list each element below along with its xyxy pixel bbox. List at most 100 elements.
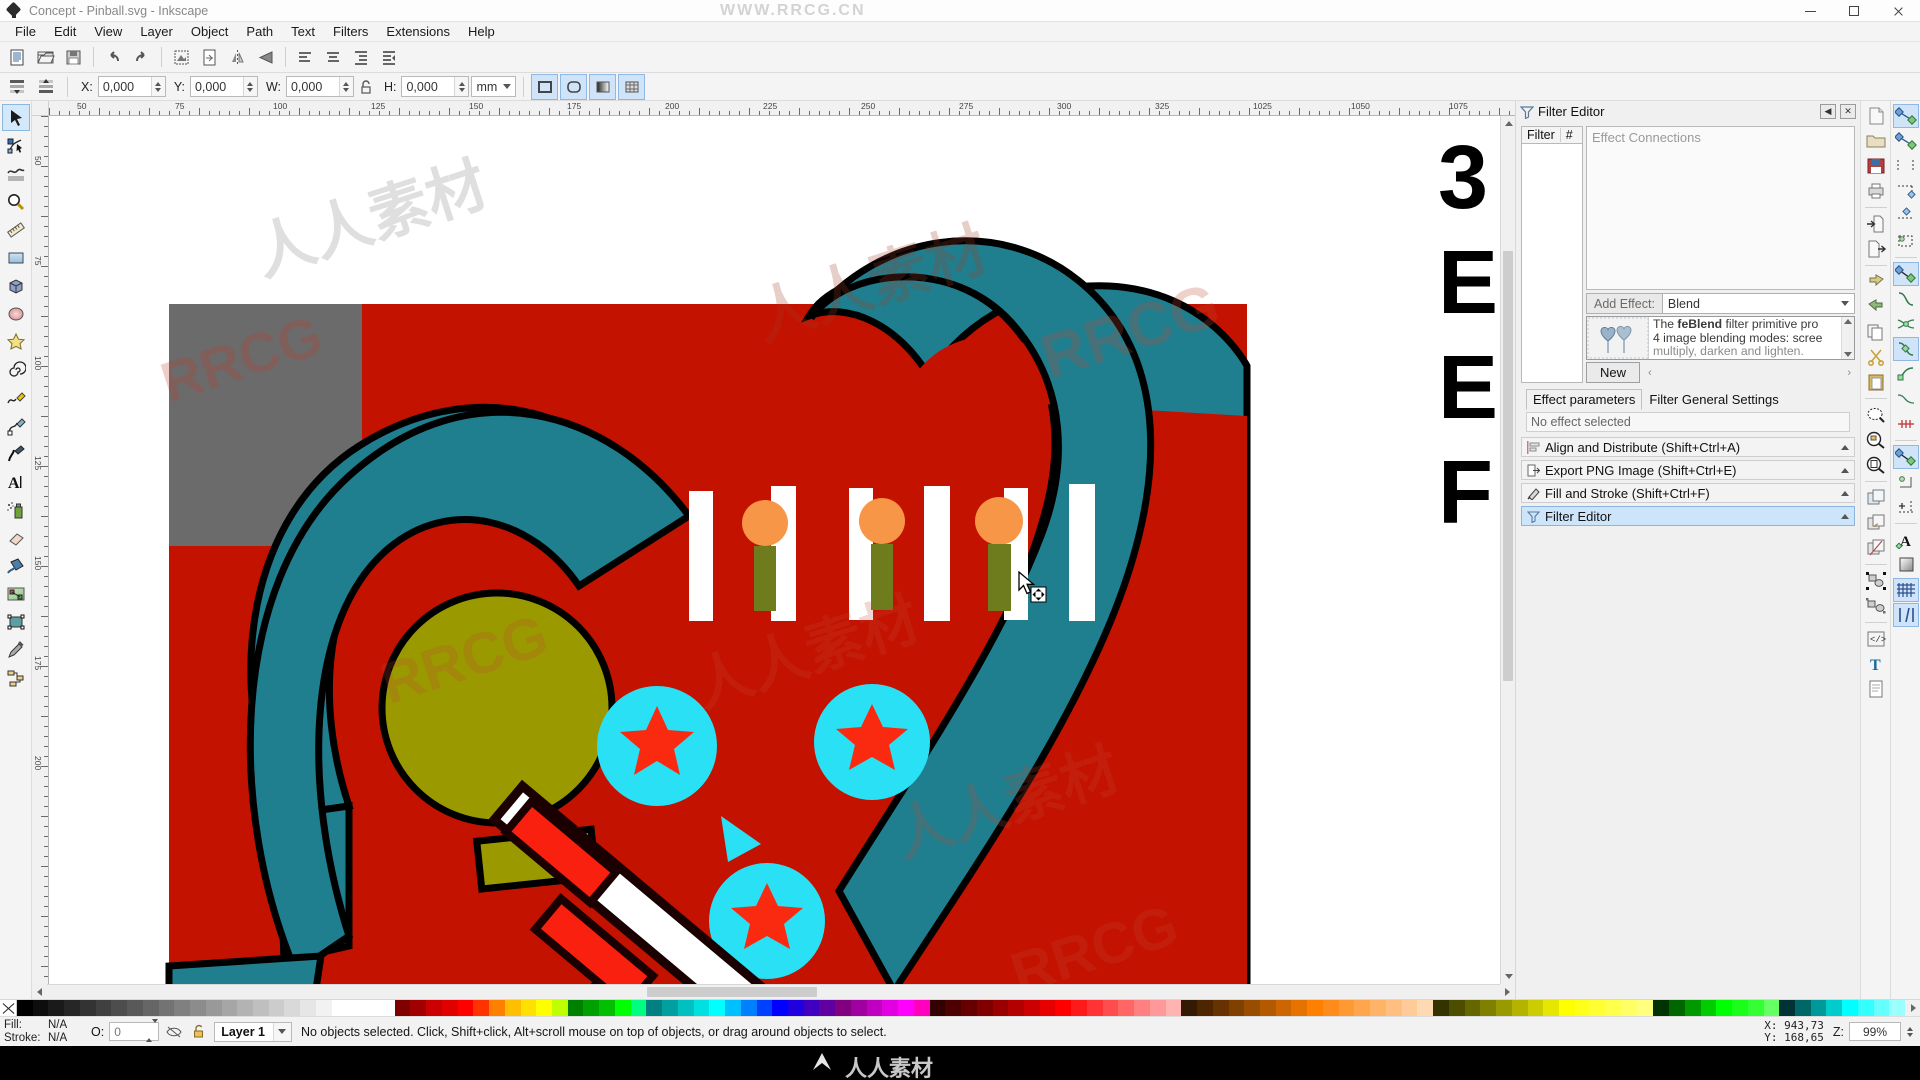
hscroll-right-icon[interactable]: › [1847,367,1851,379]
rail-redo[interactable] [1863,295,1889,319]
flip-button[interactable] [252,44,279,70]
palette-swatch[interactable] [819,1000,836,1017]
palette-swatch[interactable] [1826,1000,1843,1017]
no-color-swatch[interactable] [0,1000,17,1017]
palette-swatch[interactable] [567,1000,584,1017]
palette-swatch[interactable] [850,1000,867,1017]
outdent-button[interactable] [376,44,403,70]
w-field[interactable] [285,76,354,97]
palette-swatch[interactable] [1291,1000,1308,1017]
filter-list-body[interactable] [1521,144,1583,383]
menu-path[interactable]: Path [237,22,282,41]
palette-swatch[interactable] [1322,1000,1339,1017]
rail-copy[interactable] [1863,320,1889,344]
h-stepper[interactable] [454,77,469,96]
snap-bbox-edges-button[interactable] [1893,154,1919,178]
snap-fill-button[interactable] [1893,553,1919,577]
palette-swatch[interactable] [1307,1000,1323,1017]
mesh-tool[interactable] [2,608,30,635]
opacity-input[interactable] [110,1023,147,1040]
palette-swatch[interactable] [1464,1000,1481,1017]
palette-swatch[interactable] [1637,1000,1654,1017]
palette-swatch[interactable] [1558,1000,1575,1017]
rail-new-document[interactable] [1863,104,1889,128]
snap-path-intersections-button[interactable] [1893,312,1919,336]
palette-swatch[interactable] [1354,1000,1371,1017]
palette-swatch[interactable] [268,1000,285,1017]
palette-swatch[interactable] [1197,1000,1213,1017]
palette-swatch[interactable] [79,1000,96,1017]
rail-group[interactable] [1863,569,1889,593]
accordion-export-png-image[interactable]: Export PNG Image (Shift+Ctrl+E) [1521,460,1855,480]
zoom-page-button[interactable] [196,44,223,70]
palette-swatch[interactable] [473,1000,490,1017]
rail-duplicate[interactable] [1863,486,1889,510]
palette-swatch[interactable] [1181,1000,1198,1017]
raise-to-top-button[interactable] [4,74,31,100]
palette-swatch[interactable] [17,1000,33,1017]
lock-ratio-button[interactable] [356,76,376,98]
menu-extensions[interactable]: Extensions [377,22,459,41]
color-palette[interactable] [0,999,1920,1017]
scale-stroke-toggle[interactable] [531,73,559,100]
x-input[interactable] [98,77,151,96]
palette-swatch[interactable] [1448,1000,1465,1017]
ellipse-tool[interactable] [2,300,30,327]
palette-swatch[interactable] [1700,1000,1717,1017]
redo-button[interactable] [128,44,155,70]
palette-swatch[interactable] [142,1000,159,1017]
pencil-tool[interactable] [2,384,30,411]
eraser-tool[interactable] [2,524,30,551]
palette-swatch[interactable] [426,1000,442,1017]
zoom-field[interactable] [1849,1022,1901,1041]
palette-swatch[interactable] [284,1000,301,1017]
snap-midpoints-button[interactable] [1893,387,1919,411]
menu-layer[interactable]: Layer [131,22,182,41]
palette-swatch[interactable] [992,1000,1009,1017]
selector-tool[interactable] [1,104,30,131]
snap-page-border-button[interactable] [1893,495,1919,519]
palette-swatch[interactable] [536,1000,552,1017]
scroll-left-button[interactable] [32,984,47,999]
palette-swatch[interactable] [1118,1000,1135,1017]
palette-swatch[interactable] [394,1000,411,1017]
rail-clone[interactable] [1863,511,1889,535]
palette-swatch[interactable] [693,1000,710,1017]
palette-more-button[interactable] [1906,1000,1920,1016]
rail-zoom-drawing[interactable] [1863,428,1889,452]
rail-print[interactable] [1863,179,1889,203]
tab-filter-general-settings[interactable]: Filter General Settings [1642,389,1785,410]
palette-swatch[interactable] [1071,1000,1087,1017]
palette-swatch[interactable] [1260,1000,1276,1017]
palette-swatch[interactable] [174,1000,191,1017]
close-dock-button[interactable]: ✕ [1840,104,1856,119]
rail-unlink-clone[interactable] [1863,536,1889,560]
palette-swatch[interactable] [1338,1000,1355,1017]
palette-swatch[interactable] [1102,1000,1119,1017]
menu-help[interactable]: Help [459,22,504,41]
rail-open-document[interactable] [1863,129,1889,153]
save-document-button[interactable] [60,44,87,70]
zoom-drawing-button[interactable] [168,44,195,70]
palette-swatch[interactable] [441,1000,458,1017]
palette-swatch[interactable] [300,1000,316,1017]
palette-swatch[interactable] [599,1000,615,1017]
palette-swatch[interactable] [64,1000,80,1017]
palette-swatch[interactable] [614,1000,631,1017]
palette-swatch[interactable] [976,1000,993,1017]
zoom-tool[interactable] [2,188,30,215]
zoom-input[interactable] [1850,1023,1900,1040]
palette-swatch[interactable] [1889,1000,1906,1017]
mirror-horizontal-button[interactable] [224,44,251,70]
palette-swatch[interactable] [961,1000,977,1017]
palette-swatch[interactable] [913,1000,930,1017]
vertical-scrollbar[interactable] [1500,116,1516,984]
description-scrollbar[interactable] [1841,317,1854,359]
palette-swatch[interactable] [551,1000,568,1017]
snap-grids-button[interactable] [1892,578,1919,602]
palette-swatch[interactable] [1590,1000,1607,1017]
palette-swatch[interactable] [410,1000,427,1017]
x-stepper[interactable] [150,77,165,96]
vertical-ruler[interactable]: 50 75 100 125 150 175 200 [32,116,49,984]
palette-swatch[interactable] [347,1000,364,1017]
